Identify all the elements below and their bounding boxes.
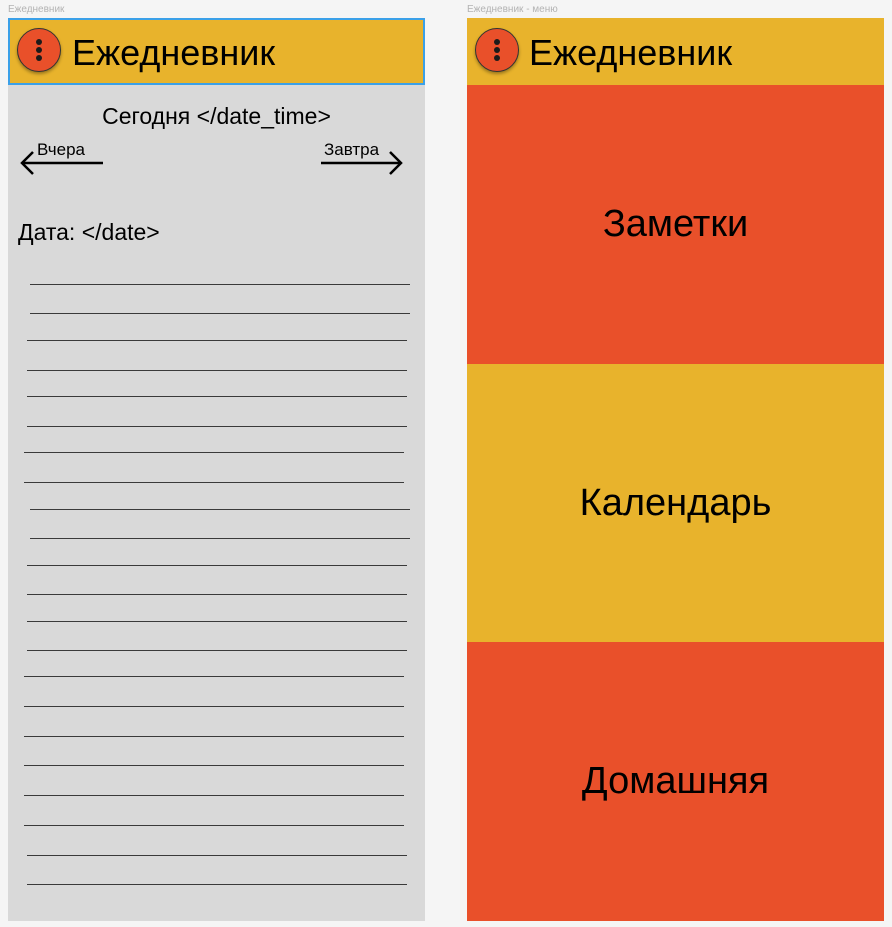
today-datetime: Сегодня </date_time> [102, 103, 331, 129]
app-bar: Ежедневник [8, 18, 425, 85]
note-line [27, 594, 407, 595]
arrow-right-icon[interactable] [319, 150, 405, 176]
note-line [27, 396, 407, 397]
note-line [30, 313, 410, 314]
note-line [24, 736, 404, 737]
more-vertical-icon [36, 39, 42, 45]
note-line [27, 565, 407, 566]
date-label: Дата: </date> [18, 219, 160, 245]
note-line [24, 676, 404, 677]
note-line [24, 825, 404, 826]
arrow-left-icon[interactable] [19, 150, 105, 176]
more-vertical-icon-dot [494, 55, 500, 61]
note-line [27, 370, 407, 371]
app-title: Ежедневник [529, 32, 733, 73]
menu-item-notes[interactable]: Заметки [467, 85, 884, 364]
frame-label-diary: Ежедневник [8, 4, 65, 15]
note-line [27, 621, 407, 622]
menu-item-calendar[interactable]: Календарь [467, 364, 884, 642]
more-vertical-icon-dot [494, 47, 500, 53]
note-line [27, 884, 407, 885]
menu-screen: Ежедневник Заметки Календарь Домашняя [467, 18, 884, 921]
note-line [24, 795, 404, 796]
menu-button[interactable] [475, 28, 519, 72]
note-line [24, 706, 404, 707]
note-line [30, 509, 410, 510]
more-vertical-icon-dot [36, 55, 42, 61]
menu-button[interactable] [17, 28, 61, 72]
more-vertical-icon [494, 39, 500, 45]
note-line [27, 340, 407, 341]
note-line [27, 650, 407, 651]
diary-screen: Ежедневник Сегодня </date_time> Вчера За… [8, 18, 425, 921]
note-line [24, 452, 404, 453]
frame-label-menu: Ежедневник - меню [467, 4, 558, 15]
note-line [24, 765, 404, 766]
note-line [27, 426, 407, 427]
app-bar: Ежедневник [467, 18, 884, 85]
note-line [30, 538, 410, 539]
note-line [24, 482, 404, 483]
more-vertical-icon-dot [36, 47, 42, 53]
menu-item-home[interactable]: Домашняя [467, 642, 884, 921]
note-line [30, 284, 410, 285]
note-line [27, 855, 407, 856]
app-title: Ежедневник [72, 32, 276, 73]
